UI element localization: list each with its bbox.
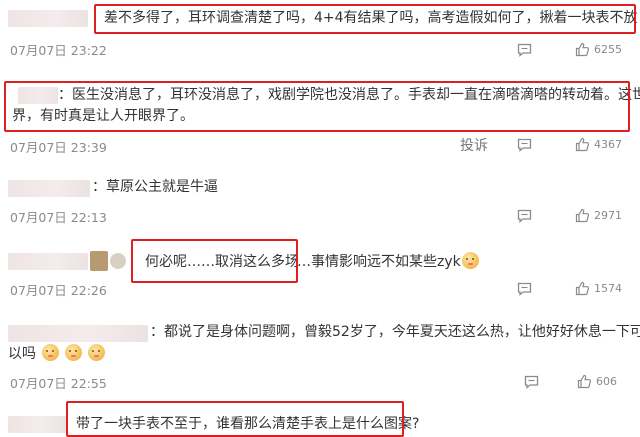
- highlight-box: [4, 81, 630, 132]
- reply-button[interactable]: [517, 138, 532, 152]
- like-button[interactable]: 4367: [575, 137, 622, 152]
- highlight-box: [131, 239, 298, 283]
- like-button[interactable]: 606: [577, 374, 617, 389]
- reply-button[interactable]: [517, 43, 532, 57]
- like-count: 4367: [594, 138, 622, 151]
- avatar-badge-emoji: [110, 253, 126, 269]
- highlight-box: [66, 401, 404, 437]
- reply-button[interactable]: [517, 282, 532, 296]
- thumbs-up-icon: [575, 281, 590, 296]
- username-blurred[interactable]: [8, 253, 88, 270]
- timestamp: 07月07日 22:13: [10, 210, 107, 225]
- like-count: 2971: [594, 209, 622, 222]
- like-button[interactable]: 1574: [575, 281, 622, 296]
- like-count: 1574: [594, 282, 622, 295]
- smile-emoji-icon: [461, 252, 479, 269]
- username-blurred[interactable]: [8, 180, 90, 197]
- flushed-emoji-icon: [88, 344, 105, 361]
- flushed-emoji-icon: [42, 344, 59, 361]
- timestamp: 07月07日 23:39: [10, 140, 107, 155]
- thumbs-up-icon: [577, 374, 592, 389]
- comment-text: …事情影响远不如某些zyk: [297, 252, 479, 273]
- comment-text-line1: ：都说了是身体问题啊，曾毅52岁了，今年夏天还这么热，让他好好休息一下可: [150, 324, 640, 340]
- comment-icon: [517, 282, 532, 296]
- avatar-badge: [90, 251, 108, 271]
- reply-button[interactable]: [524, 375, 539, 389]
- thumbs-up-icon: [575, 137, 590, 152]
- comment-5: ：都说了是身体问题啊，曾毅52岁了，今年夏天还这么热，让他好好休息一下可 以吗 …: [0, 315, 640, 395]
- like-button[interactable]: 6255: [575, 42, 622, 57]
- comment-4: 何必呢……取消这么多场 …事情影响远不如某些zyk 07月07日 22:26 1…: [0, 233, 640, 299]
- highlight-box: [94, 4, 636, 34]
- comment-icon: [517, 138, 532, 152]
- comment-icon: [517, 43, 532, 57]
- comment-text-rest: …事情影响远不如某些zyk: [297, 254, 461, 270]
- comment-6: 带了一块手表不至于，谁看那么清楚手表上是什么图案?: [0, 398, 640, 437]
- comment-icon: [524, 375, 539, 389]
- comment-text: ：草原公主就是牛逼: [92, 179, 218, 195]
- comment-2: ：医生没消息了，耳环没消息了，戏剧学院也没消息了。手表却一直在滴嗒滴嗒的转动着。…: [0, 78, 640, 156]
- flushed-emoji-icon: [65, 344, 82, 361]
- comment-icon: [517, 209, 532, 223]
- username-blurred[interactable]: [8, 325, 148, 342]
- timestamp: 07月07日 22:26: [10, 283, 107, 298]
- timestamp: 07月07日 22:55: [10, 376, 107, 391]
- thumbs-up-icon: [575, 42, 590, 57]
- timestamp: 07月07日 23:22: [10, 43, 107, 58]
- like-count: 606: [596, 375, 617, 388]
- comment-text-line2-text: 以吗: [8, 346, 36, 362]
- username-blurred[interactable]: [8, 416, 66, 433]
- username-blurred[interactable]: [8, 10, 88, 27]
- thumbs-up-icon: [575, 208, 590, 223]
- comment-3: ：草原公主就是牛逼 07月07日 22:13 2971: [0, 170, 640, 230]
- comment-1: 差不多得了，耳环调查清楚了吗，4+4有结果了吗，高考造假如何了，揪着一块表不放 …: [0, 0, 640, 62]
- like-count: 6255: [594, 43, 622, 56]
- reply-button[interactable]: [517, 209, 532, 223]
- report-button[interactable]: 投诉: [460, 135, 488, 155]
- comment-text-line2: 以吗: [8, 344, 105, 365]
- like-button[interactable]: 2971: [575, 208, 622, 223]
